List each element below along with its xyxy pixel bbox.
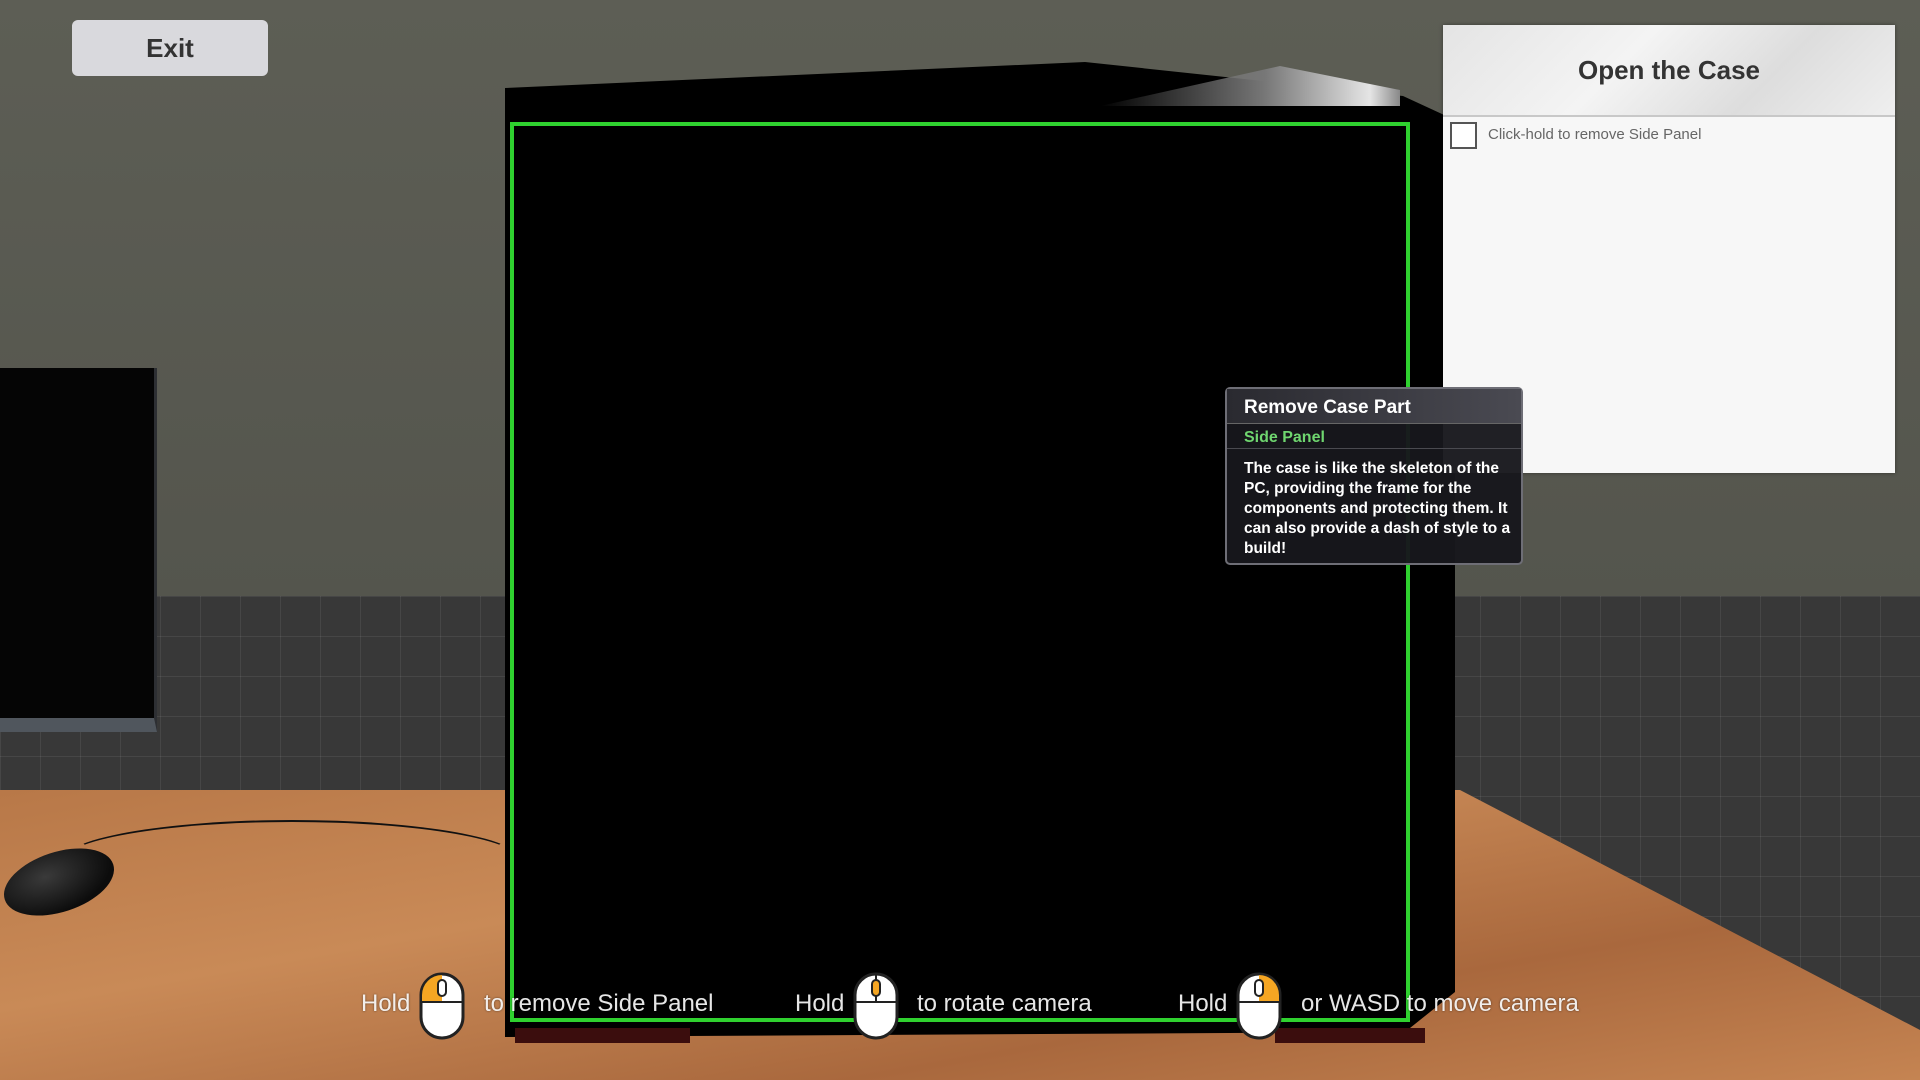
- task-panel-header: Open the Case: [1443, 25, 1895, 117]
- hint-hold-label: Hold: [361, 990, 411, 1017]
- hint-remove-side-panel: to remove Side Panel: [484, 990, 714, 1017]
- part-tooltip: Remove Case Part Side Panel The case is …: [1225, 387, 1523, 565]
- hint-rotate-camera: to rotate camera: [917, 990, 1092, 1017]
- task-checkbox[interactable]: [1450, 122, 1477, 149]
- task-panel-title: Open the Case: [1577, 54, 1761, 85]
- left-mouse-button-icon: [419, 972, 465, 1040]
- monitor: [0, 368, 157, 732]
- pc-case-foot-left: [515, 1028, 690, 1043]
- mouse-cable: [60, 820, 524, 904]
- hint-move-camera: or WASD to move camera: [1301, 990, 1579, 1017]
- exit-button[interactable]: Exit: [72, 20, 268, 76]
- right-mouse-button-icon: [1236, 972, 1282, 1040]
- hint-hold-label: Hold: [1178, 990, 1228, 1017]
- middle-mouse-button-icon: [853, 972, 899, 1040]
- task-label: Click-hold to remove Side Panel: [1488, 126, 1702, 143]
- side-panel-selection-outline[interactable]: [510, 122, 1410, 1022]
- tooltip-description: The case is like the skeleton of the PC,…: [1244, 460, 1511, 557]
- tooltip-subtitle: Side Panel: [1244, 429, 1325, 446]
- hint-hold-label: Hold: [795, 990, 845, 1017]
- tooltip-title: Remove Case Part: [1244, 397, 1411, 418]
- pc-case-foot-right: [1275, 1028, 1425, 1043]
